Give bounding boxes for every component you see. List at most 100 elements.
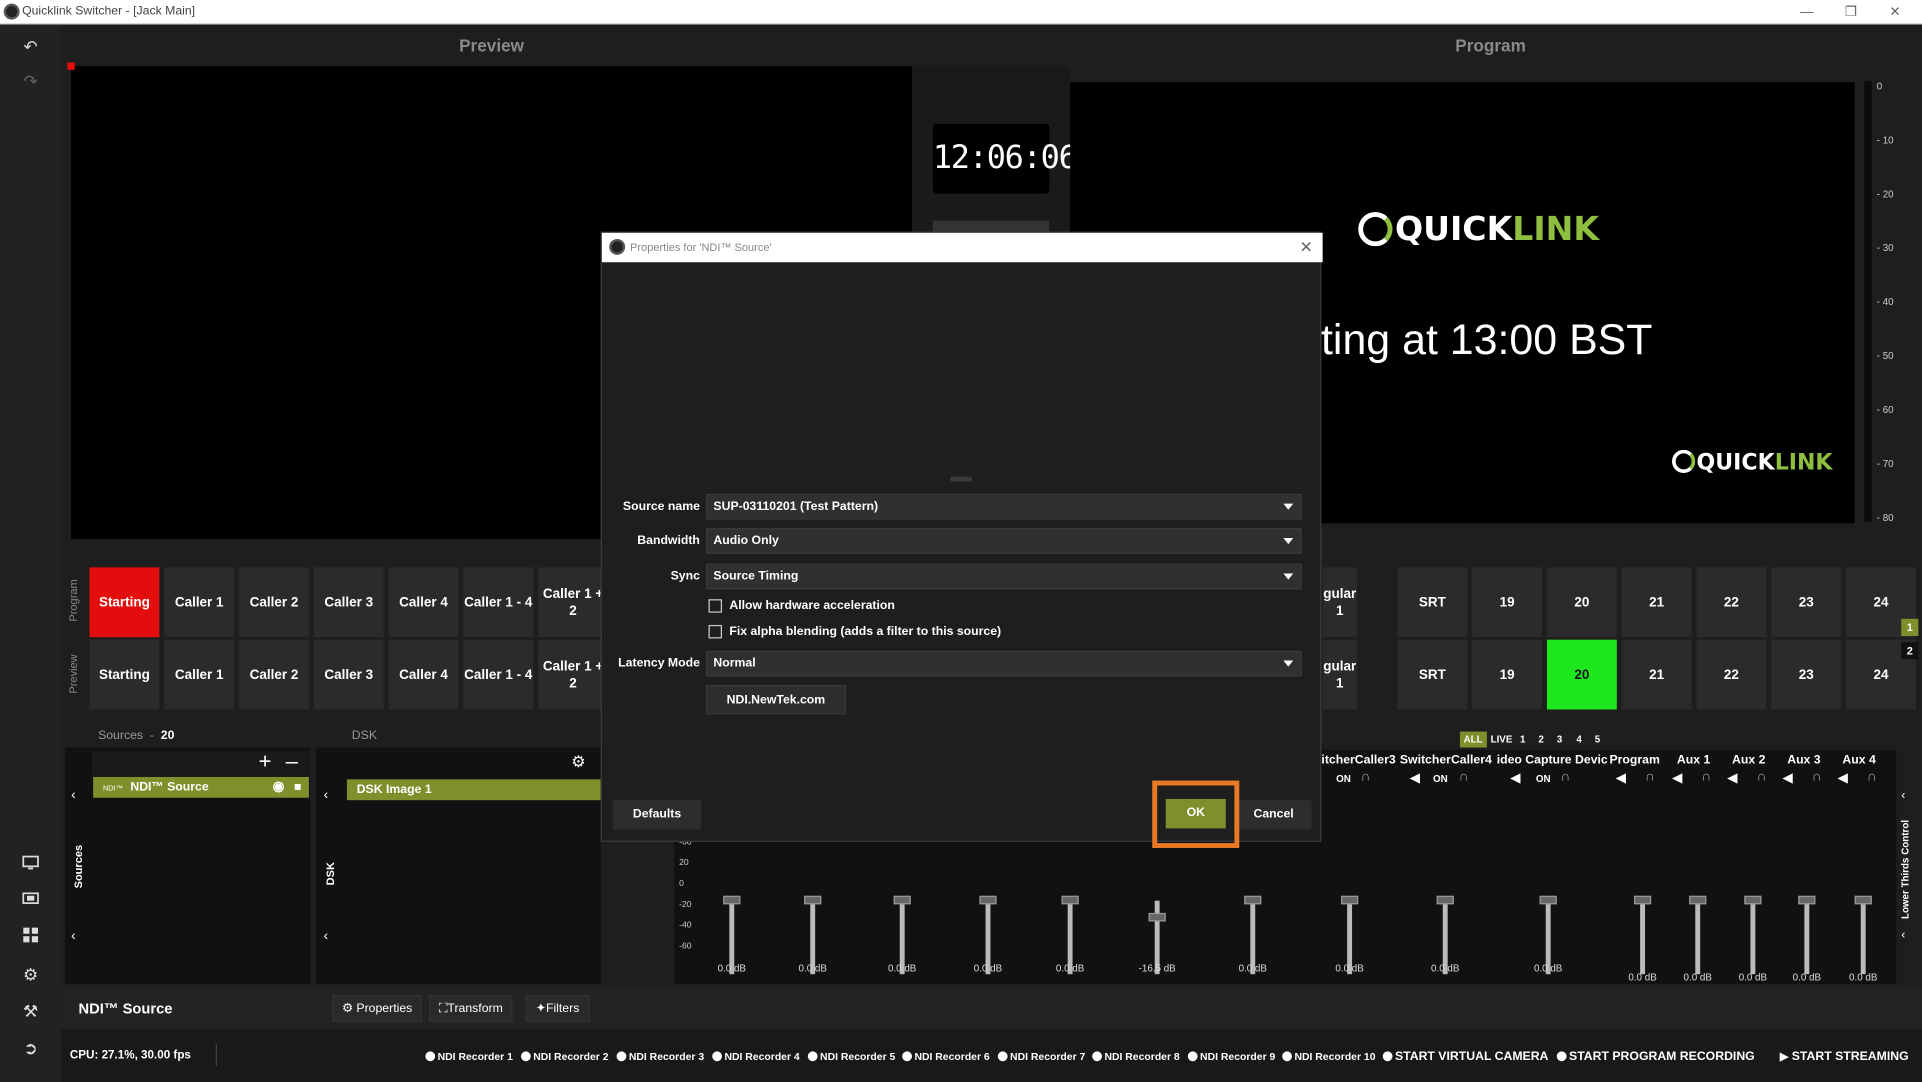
mixer-filter-3[interactable]: 3 bbox=[1557, 732, 1562, 748]
fader-knob[interactable] bbox=[1061, 895, 1079, 905]
ndi-recorder-button[interactable]: NDI Recorder 5 bbox=[807, 1050, 895, 1062]
preview-row-tile[interactable]: 23 bbox=[1771, 639, 1842, 710]
preview-row-tile[interactable]: Caller 1 + 2 bbox=[538, 639, 608, 710]
mixer-filter-5[interactable]: 5 bbox=[1595, 732, 1600, 748]
redo-icon[interactable]: ↷ bbox=[16, 69, 45, 94]
fader-knob[interactable] bbox=[1436, 895, 1454, 905]
fader-knob[interactable] bbox=[1148, 912, 1166, 922]
ndi-recorder-button[interactable]: NDI Recorder 8 bbox=[1092, 1050, 1180, 1062]
headphones-icon[interactable]: ∩ bbox=[1757, 770, 1767, 785]
undo-icon[interactable]: ↶ bbox=[16, 34, 45, 59]
ndi-recorder-button[interactable]: NDI Recorder 2 bbox=[520, 1050, 609, 1062]
program-row-tile[interactable]: SRT bbox=[1397, 567, 1468, 638]
eye-icon[interactable]: ◉ bbox=[273, 777, 285, 798]
preview-row-tile[interactable]: Caller 3 bbox=[313, 639, 384, 710]
fader-knob[interactable] bbox=[1244, 895, 1262, 905]
grid-icon[interactable] bbox=[16, 925, 45, 950]
fader-track[interactable] bbox=[1695, 900, 1701, 975]
program-row-tile[interactable]: gular 1 bbox=[1322, 567, 1357, 638]
hw-accel-checkbox[interactable] bbox=[708, 599, 722, 613]
preview-row-tile[interactable]: 19 bbox=[1472, 639, 1543, 710]
monitor-icon[interactable] bbox=[16, 852, 45, 877]
splitter-handle[interactable] bbox=[949, 476, 973, 482]
speaker-icon[interactable]: ◀ bbox=[1616, 770, 1626, 786]
properties-button[interactable]: ⚙ Properties bbox=[332, 995, 423, 1022]
dsk-item[interactable]: DSK Image 1 bbox=[346, 779, 601, 801]
fader-knob[interactable] bbox=[723, 895, 741, 905]
mixer-on-label[interactable]: ON bbox=[1336, 773, 1351, 784]
remove-source-icon[interactable]: – bbox=[286, 749, 298, 775]
transform-button[interactable]: ⛶Transform bbox=[429, 995, 513, 1022]
ndi-recorder-button[interactable]: NDI Recorder 3 bbox=[616, 1050, 704, 1062]
program-row-tile[interactable]: 20 bbox=[1546, 567, 1617, 638]
fader-knob[interactable] bbox=[979, 895, 997, 905]
bandwidth-select[interactable]: Audio Only bbox=[706, 528, 1302, 554]
fader-knob[interactable] bbox=[1798, 895, 1816, 905]
fader-knob[interactable] bbox=[1539, 895, 1557, 905]
mixer-filter-all[interactable]: ALL bbox=[1459, 731, 1487, 748]
preview-row-tile[interactable]: 20 bbox=[1546, 639, 1617, 710]
latency-select[interactable]: Normal bbox=[706, 650, 1302, 677]
dsk-gear-icon[interactable]: ⚙ bbox=[571, 752, 585, 772]
headphones-icon[interactable]: ∩ bbox=[1812, 770, 1822, 785]
program-row-tile[interactable]: 22 bbox=[1696, 567, 1767, 638]
program-row-tile[interactable]: Starting bbox=[89, 567, 160, 638]
start-streaming-button[interactable]: ▶ START STREAMING bbox=[1780, 1050, 1909, 1063]
gear-icon[interactable]: ⚙ bbox=[16, 962, 45, 987]
mixer-filter-1[interactable]: 1 bbox=[1520, 732, 1525, 748]
headphones-icon[interactable]: ∩ bbox=[1361, 770, 1371, 785]
preview-row-tile[interactable]: 22 bbox=[1696, 639, 1767, 710]
cancel-button[interactable]: Cancel bbox=[1235, 800, 1312, 830]
filters-button[interactable]: ✦Filters bbox=[525, 995, 590, 1022]
dsk-collapse-icon[interactable]: ‹ bbox=[324, 788, 329, 803]
mixer-filter-2[interactable]: 2 bbox=[1538, 732, 1543, 748]
fader-knob[interactable] bbox=[893, 895, 911, 905]
dialog-close-icon[interactable]: ✕ bbox=[1299, 233, 1312, 262]
preview-row-tile[interactable]: Caller 4 bbox=[388, 639, 459, 710]
headphones-icon[interactable]: ∩ bbox=[1560, 770, 1570, 785]
speaker-icon[interactable]: ◀ bbox=[1510, 770, 1520, 786]
lower-thirds-down-icon[interactable]: ‹ bbox=[1901, 929, 1905, 942]
program-row-tile[interactable]: 23 bbox=[1771, 567, 1842, 638]
dsk-expand-icon[interactable]: ‹ bbox=[324, 929, 329, 944]
start-program-recording-button[interactable]: START PROGRAM RECORDING bbox=[1556, 1050, 1755, 1064]
source-name-select[interactable]: SUP-03110201 (Test Pattern) bbox=[706, 493, 1302, 520]
defaults-button[interactable]: Defaults bbox=[612, 800, 702, 830]
tools-icon[interactable]: ⚒ bbox=[16, 999, 45, 1024]
speaker-icon[interactable]: ◀ bbox=[1672, 770, 1682, 786]
fader-track[interactable] bbox=[1640, 900, 1646, 975]
preview-row-tile[interactable]: SRT bbox=[1397, 639, 1468, 710]
preview-row-tile[interactable]: 21 bbox=[1621, 639, 1692, 710]
exit-icon[interactable]: ➲ bbox=[16, 1035, 45, 1060]
preview-row-tile[interactable]: Starting bbox=[89, 639, 160, 710]
preview-row-tile[interactable]: Caller 1 - 4 bbox=[463, 639, 534, 710]
headphones-icon[interactable]: ∩ bbox=[1701, 770, 1711, 785]
ndi-recorder-button[interactable]: NDI Recorder 9 bbox=[1187, 1050, 1275, 1062]
preview-row-tile[interactable]: gular 1 bbox=[1322, 639, 1357, 710]
lower-thirds-up-icon[interactable]: ‹ bbox=[1901, 789, 1905, 802]
fader-knob[interactable] bbox=[1854, 895, 1872, 905]
program-row-tile[interactable]: Caller 1 + 2 bbox=[538, 567, 608, 638]
program-row-tile[interactable]: 21 bbox=[1621, 567, 1692, 638]
preview-row-tile[interactable]: Caller 2 bbox=[239, 639, 309, 710]
page-2-button[interactable]: 2 bbox=[1901, 642, 1919, 660]
program-row-tile[interactable]: 19 bbox=[1472, 567, 1543, 638]
fader-track[interactable] bbox=[1804, 900, 1810, 975]
headphones-icon[interactable]: ∩ bbox=[1645, 770, 1655, 785]
program-row-tile[interactable]: Caller 4 bbox=[388, 567, 459, 638]
start-virtual-camera-button[interactable]: START VIRTUAL CAMERA bbox=[1382, 1050, 1548, 1064]
page-1-button[interactable]: 1 bbox=[1901, 618, 1919, 636]
mixer-on-label[interactable]: ON bbox=[1536, 773, 1551, 784]
headphones-icon[interactable]: ∩ bbox=[1867, 770, 1877, 785]
source-item-ndi[interactable]: NDI™ NDI™ Source ◉ ■ bbox=[93, 776, 309, 798]
close-window-button[interactable]: ✕ bbox=[1873, 0, 1917, 25]
ndi-recorder-button[interactable]: NDI Recorder 10 bbox=[1282, 1050, 1376, 1062]
restore-button[interactable]: ❐ bbox=[1829, 0, 1873, 25]
mixer-on-label[interactable]: ON bbox=[1433, 773, 1448, 784]
ndi-recorder-button[interactable]: NDI Recorder 6 bbox=[902, 1050, 990, 1062]
fader-track[interactable] bbox=[1860, 900, 1866, 975]
fader-knob[interactable] bbox=[1744, 895, 1762, 905]
ndi-recorder-button[interactable]: NDI Recorder 7 bbox=[997, 1050, 1085, 1062]
sources-expand-icon[interactable]: ‹ bbox=[71, 929, 76, 944]
mixer-filter-4[interactable]: 4 bbox=[1576, 732, 1581, 748]
